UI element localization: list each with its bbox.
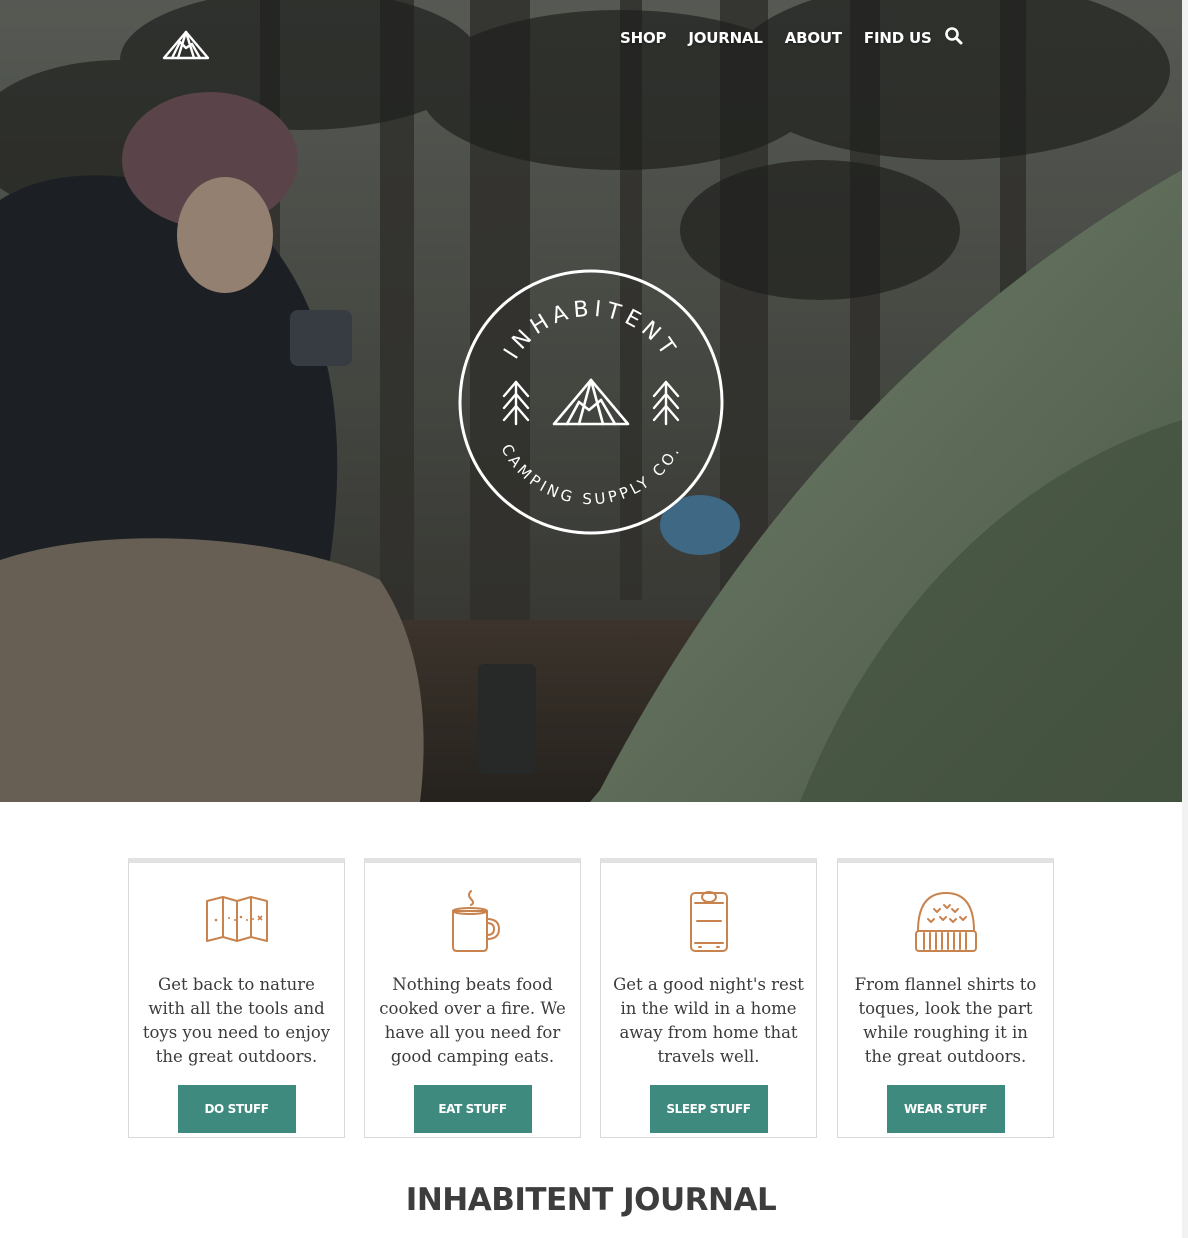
category-card-do: Get back to nature with all the tools an…: [128, 858, 345, 1138]
nav-about-link[interactable]: ABOUT: [785, 29, 842, 47]
brand-badge-logo: INHABITENT CAMPING SUPPLY CO.: [458, 269, 724, 535]
do-stuff-button[interactable]: DO STUFF: [177, 1085, 296, 1133]
main-nav: SHOP JOURNAL ABOUT FIND US: [620, 26, 954, 50]
journal-section-title: INHABITENT JOURNAL: [405, 1182, 777, 1218]
wear-stuff-button[interactable]: WEAR STUFF: [886, 1085, 1005, 1133]
eat-stuff-button[interactable]: EAT STUFF: [413, 1085, 532, 1133]
category-card-sleep: Get a good night's rest in the wild in a…: [600, 858, 817, 1138]
mug-icon: [451, 890, 500, 952]
category-card-eat: Nothing beats food cooked over a fire. W…: [364, 858, 581, 1138]
nav-journal-link[interactable]: JOURNAL: [688, 29, 763, 47]
category-card-wear: From flannel shirts to toques, look the …: [837, 858, 1054, 1138]
search-icon[interactable]: [944, 26, 964, 46]
map-icon: [205, 896, 268, 942]
site-logo-icon[interactable]: [160, 26, 212, 62]
nav-shop-link[interactable]: SHOP: [620, 29, 667, 47]
category-description: From flannel shirts to toques, look the …: [854, 975, 1037, 1066]
hero-banner: SHOP JOURNAL ABOUT FIND US INHABITENT CA…: [0, 0, 1182, 802]
category-description: Get back to nature with all the tools an…: [142, 975, 331, 1066]
tree-left-icon: [502, 380, 530, 426]
category-description: Get a good night's rest in the wild in a…: [613, 975, 804, 1066]
toque-icon: [914, 892, 977, 952]
nav-find-us-link[interactable]: FIND US: [864, 29, 932, 47]
badge-brand-name: INHABITENT: [499, 297, 682, 364]
tree-right-icon: [652, 380, 680, 426]
badge-tagline: CAMPING SUPPLY CO.: [497, 441, 684, 508]
sleep-stuff-button[interactable]: SLEEP STUFF: [649, 1085, 768, 1133]
scrollbar-track[interactable]: [1182, 0, 1188, 1238]
category-description: Nothing beats food cooked over a fire. W…: [379, 975, 566, 1066]
tent-icon: [552, 378, 630, 426]
sleeping-bag-icon: [689, 891, 728, 952]
category-cards: Get back to nature with all the tools an…: [128, 858, 1054, 1138]
